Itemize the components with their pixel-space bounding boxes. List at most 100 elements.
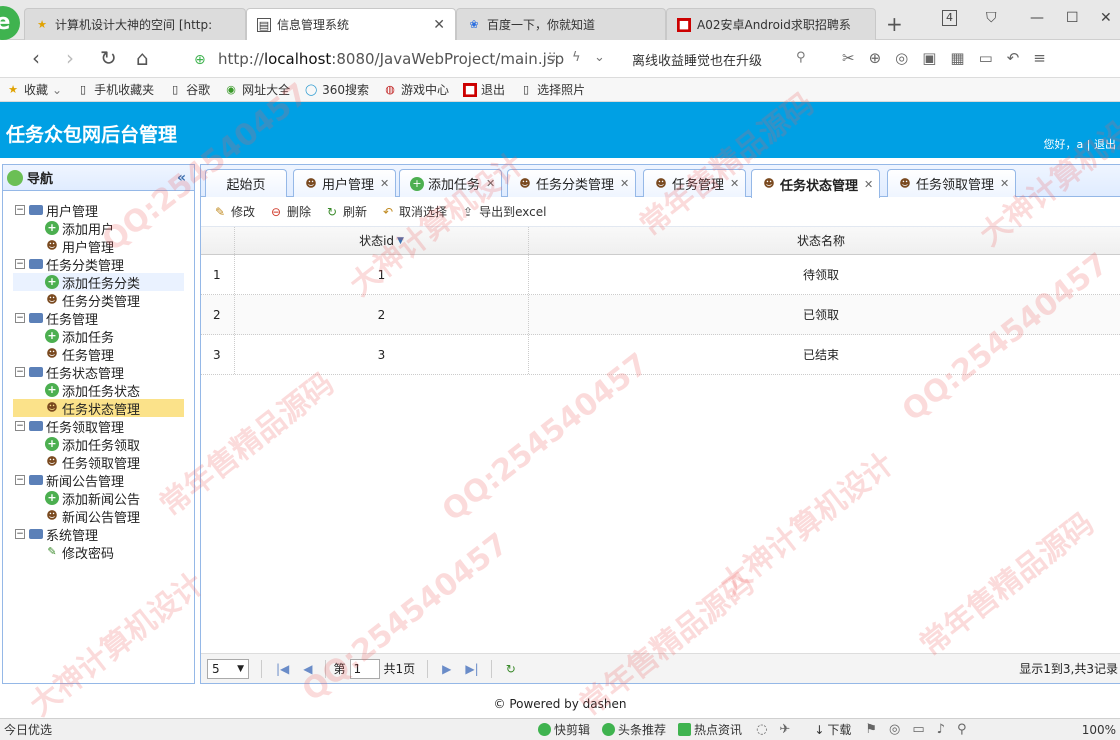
close-icon[interactable]: ✕ xyxy=(486,177,495,190)
refresh-icon: ↻ xyxy=(327,204,338,219)
status-item-news[interactable]: 热点资讯 xyxy=(678,721,742,738)
tab-task-manage[interactable]: ☻ 任务管理 ✕ xyxy=(643,169,747,197)
grid-icon[interactable]: ⁝⁝ xyxy=(548,50,556,65)
collapse-toggle-icon[interactable]: − xyxy=(15,529,25,539)
bookmark-google[interactable]: ▯ 谷歌 xyxy=(168,81,210,98)
status-item-clip[interactable]: 快剪辑 xyxy=(538,721,590,738)
minimize-icon[interactable]: — xyxy=(1030,10,1044,26)
last-page-icon[interactable]: ▶| xyxy=(465,662,478,676)
page-size-select[interactable]: 5 ▼ xyxy=(207,658,249,679)
maximize-icon[interactable]: ☐ xyxy=(1066,10,1079,26)
collapse-toggle-icon[interactable]: − xyxy=(15,205,25,215)
close-icon[interactable]: ✕ xyxy=(380,177,389,190)
tab-start-page[interactable]: 起始页 xyxy=(205,169,287,197)
reload-icon[interactable]: ↻ xyxy=(100,48,117,68)
tab-task-state-manage[interactable]: ☻ 任务状态管理 ✕ xyxy=(751,169,881,198)
tab-count-badge[interactable]: 4 xyxy=(942,10,957,26)
tree-item-task-claim-manage[interactable]: ☻ 任务领取管理 xyxy=(3,453,194,472)
tree-item-add-task[interactable]: + 添加任务 xyxy=(3,327,194,346)
new-tab-button[interactable]: + xyxy=(886,12,903,36)
browser-tab-1[interactable]: ★ 计算机设计大神的空间 [http: xyxy=(24,8,246,40)
table-row[interactable]: 3 3 已结束 xyxy=(201,335,1120,375)
tree-item-add-task-claim[interactable]: + 添加任务领取 xyxy=(3,435,194,454)
bookmark-photo[interactable]: ▯ 选择照片 xyxy=(519,81,585,98)
tree-item-add-task-state[interactable]: + 添加任务状态 xyxy=(3,381,194,400)
lightning-icon[interactable]: ϟ xyxy=(572,50,581,65)
bookmark-exit[interactable]: ■ 退出 xyxy=(463,81,505,98)
tree-group-task-state[interactable]: − 任务状态管理 xyxy=(3,363,194,382)
collapse-toggle-icon[interactable]: − xyxy=(15,313,25,323)
close-icon[interactable]: ✕ xyxy=(730,177,739,190)
column-header-state-name[interactable]: 状态名称 xyxy=(529,227,1113,254)
refresh-icon[interactable]: ↻ xyxy=(506,662,516,676)
status-item-label: 热点资讯 xyxy=(694,723,743,737)
window-close-icon[interactable]: ✕ xyxy=(1100,10,1112,26)
tree-group-users[interactable]: − 用户管理 xyxy=(3,201,194,220)
prev-page-icon[interactable]: ◀ xyxy=(303,662,312,676)
tree-item-task-manage[interactable]: ☻ 任务管理 xyxy=(3,345,194,364)
column-header-state-id[interactable]: 状态id ▼ xyxy=(235,227,529,254)
tree-item-task-category-manage[interactable]: ☻ 任务分类管理 xyxy=(3,291,194,310)
tree-item-change-password[interactable]: ✎ 修改密码 xyxy=(3,543,194,562)
tree-group-task-claim[interactable]: − 任务领取管理 xyxy=(3,417,194,436)
tree-group-task-category[interactable]: − 任务分类管理 xyxy=(3,255,194,274)
page-number-input[interactable]: 1 xyxy=(349,658,380,679)
close-icon[interactable]: ✕ xyxy=(425,17,445,33)
chevron-down-icon[interactable]: ⌄ xyxy=(594,50,605,65)
user-greeting[interactable]: 您好，a | 退出 xyxy=(1044,136,1116,152)
tree-item-user-manage[interactable]: ☻ 用户管理 xyxy=(3,237,194,256)
table-row[interactable]: 1 1 待领取 xyxy=(201,255,1120,295)
collapse-toggle-icon[interactable]: − xyxy=(15,475,25,485)
close-icon[interactable]: ✕ xyxy=(620,177,629,190)
tab-add-task[interactable]: + 添加任务 ✕ xyxy=(399,169,503,197)
browser-tab-4[interactable]: ■ A02安卓Android求职招聘系 xyxy=(666,8,876,40)
collapse-toggle-icon[interactable]: − xyxy=(15,367,25,377)
tree-item-add-user[interactable]: + 添加用户 xyxy=(3,219,194,238)
table-row[interactable]: 2 2 已领取 xyxy=(201,295,1120,335)
status-left-text[interactable]: 今日优选 xyxy=(4,721,52,738)
status-tool-icons[interactable]: ◌✈ xyxy=(756,722,802,737)
toolbar-icons[interactable]: ✂⊕◎▣▦▭↶≡ xyxy=(842,49,1060,67)
delete-button[interactable]: ⊖ 删除 xyxy=(269,203,311,220)
url-field[interactable]: http://localhost:8080/JavaWebProject/mai… xyxy=(218,50,564,68)
collapse-toggle-icon[interactable]: − xyxy=(15,421,25,431)
tree-item-add-news[interactable]: + 添加新闻公告 xyxy=(3,489,194,508)
next-page-icon[interactable]: ▶ xyxy=(442,662,451,676)
tab-task-claim-manage[interactable]: ☻ 任务领取管理 ✕ xyxy=(887,169,1017,197)
collapse-toggle-icon[interactable]: − xyxy=(15,259,25,269)
bookmark-games[interactable]: ◍ 游戏中心 xyxy=(383,81,449,98)
export-excel-button[interactable]: ⇪ 导出到excel xyxy=(461,203,546,220)
browser-tab-2[interactable]: ▤ 信息管理系统 ✕ xyxy=(246,8,456,40)
first-page-icon[interactable]: |◀ xyxy=(276,662,289,676)
bookmark-mobile[interactable]: ▯ 手机收藏夹 xyxy=(76,81,154,98)
tree-item-add-task-category[interactable]: + 添加任务分类 xyxy=(13,273,184,292)
back-icon[interactable]: ‹ xyxy=(32,48,40,68)
zoom-level[interactable]: 100% xyxy=(1082,723,1116,737)
tree-group-system[interactable]: − 系统管理 xyxy=(3,525,194,544)
bookmark-360[interactable]: ◯ 360搜索 xyxy=(304,81,369,98)
tab-task-category-manage[interactable]: ☻ 任务分类管理 ✕ xyxy=(507,169,637,197)
status-item-headline[interactable]: 头条推荐 xyxy=(602,721,666,738)
close-icon[interactable]: ✕ xyxy=(864,178,873,191)
bookmark-favorites[interactable]: ★ 收藏 ⌄ xyxy=(6,81,62,98)
tree-item-news-manage[interactable]: ☻ 新闻公告管理 xyxy=(3,507,194,526)
tree-group-news[interactable]: − 新闻公告管理 xyxy=(3,471,194,490)
collapse-icon[interactable]: « xyxy=(177,170,186,186)
browser-tab-3[interactable]: ❀ 百度一下，你就知道 xyxy=(456,8,666,40)
edit-button[interactable]: ✎ 修改 xyxy=(213,203,255,220)
tree-group-task[interactable]: − 任务管理 xyxy=(3,309,194,328)
search-icon[interactable]: ⚲ xyxy=(796,50,806,65)
tab-user-manage[interactable]: ☻ 用户管理 ✕ xyxy=(293,169,397,197)
tab-label: 任务领取管理 xyxy=(916,178,995,193)
unselect-button[interactable]: ↶ 取消选择 xyxy=(381,203,447,220)
download-button[interactable]: ↓ 下载 xyxy=(814,721,851,738)
shirt-icon[interactable]: ⛉ xyxy=(986,10,997,26)
status-more-icons[interactable]: ⚑◎▭♪⚲ xyxy=(865,722,978,737)
close-icon[interactable]: ✕ xyxy=(1000,177,1009,190)
forward-icon[interactable]: › xyxy=(66,48,74,68)
refresh-button[interactable]: ↻ 刷新 xyxy=(325,203,367,220)
home-icon[interactable]: ⌂ xyxy=(136,48,149,68)
bookmark-sites[interactable]: ◉ 网址大全 xyxy=(224,81,290,98)
tree-item-task-state-manage[interactable]: ☻ 任务状态管理 xyxy=(13,399,184,418)
promo-text[interactable]: 离线收益睡觉也在升级 xyxy=(632,50,762,69)
